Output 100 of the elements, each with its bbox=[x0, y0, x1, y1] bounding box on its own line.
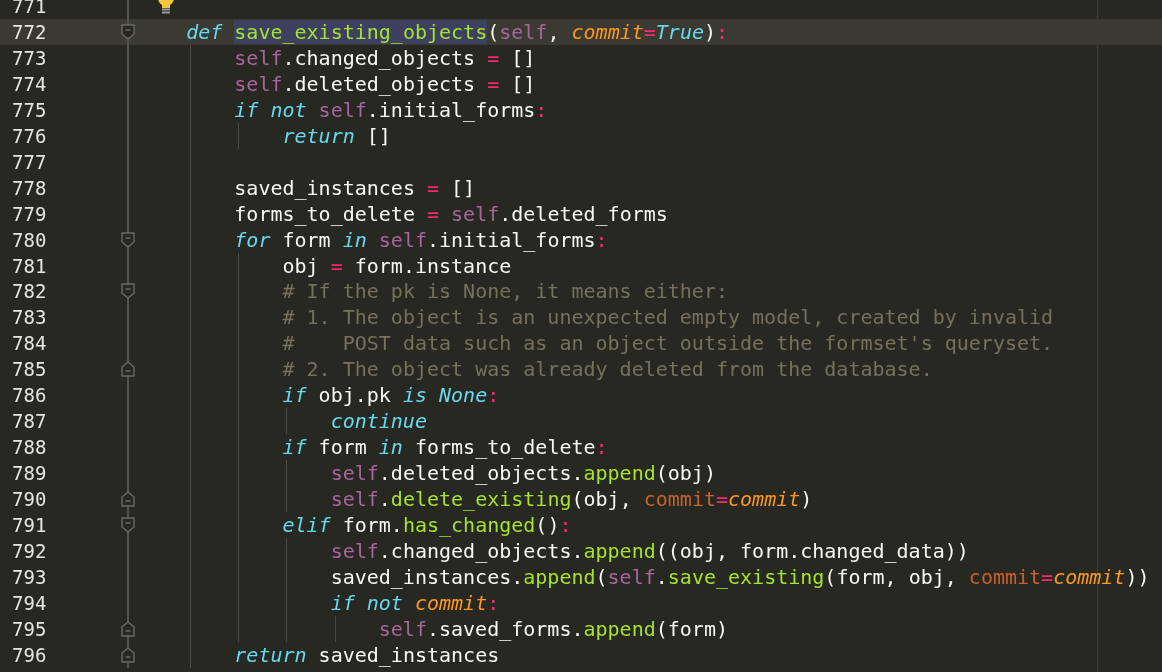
code-comment: # POST data such as an object outside the formset's queryset. bbox=[282, 331, 1054, 356]
keyword: if bbox=[282, 383, 307, 408]
keyword: if not bbox=[234, 97, 308, 122]
self-keyword: self bbox=[378, 616, 427, 641]
code-text: ) bbox=[704, 19, 717, 44]
code-text: (obj, bbox=[571, 487, 633, 512]
fold-marker-icon[interactable] bbox=[121, 646, 135, 663]
line-number: 772 bbox=[12, 20, 47, 43]
keyword: for bbox=[234, 227, 271, 252]
parameter-name: commit bbox=[728, 487, 801, 512]
line-number: 782 bbox=[12, 280, 47, 303]
code-text: .deleted_objects bbox=[282, 71, 477, 96]
self-keyword: self bbox=[378, 227, 427, 252]
operator: = bbox=[487, 71, 500, 96]
line-number: 775 bbox=[12, 98, 47, 121]
keyword: return bbox=[282, 123, 355, 148]
code-text: (obj) bbox=[655, 461, 716, 486]
keyword-argument: commit bbox=[968, 564, 1042, 589]
fold-marker-icon[interactable] bbox=[121, 283, 135, 300]
code-comment: # 1. The object is an unexpected empty model, created by invalid bbox=[282, 305, 1054, 330]
line-number: 771 bbox=[12, 0, 47, 17]
operator: = bbox=[643, 19, 656, 44]
keyword-argument: commit bbox=[643, 487, 716, 512]
line-number: 796 bbox=[12, 643, 47, 666]
keyword: in bbox=[342, 227, 368, 252]
fold-marker-icon[interactable] bbox=[121, 231, 135, 248]
code-text: .initial_forms bbox=[366, 97, 536, 122]
code-text: ( bbox=[595, 564, 608, 589]
keyword: return bbox=[234, 642, 307, 667]
code-text: form bbox=[317, 435, 368, 460]
operator: : bbox=[716, 19, 729, 44]
self-keyword: self bbox=[234, 71, 283, 96]
line-number: 780 bbox=[12, 228, 47, 251]
line-number: 784 bbox=[12, 332, 47, 355]
constant: None bbox=[439, 383, 488, 408]
self-keyword: self bbox=[330, 539, 379, 563]
parameter-name: commit bbox=[414, 590, 488, 615]
self-keyword: self bbox=[234, 45, 283, 70]
code-text: [] bbox=[450, 175, 476, 200]
code-text: . bbox=[655, 564, 668, 589]
method-name: append bbox=[583, 616, 656, 641]
line-number: 773 bbox=[12, 46, 47, 69]
parameter-name: commit bbox=[571, 19, 644, 44]
function-name: save_existing_objects bbox=[234, 19, 488, 44]
code-text: form.instance bbox=[353, 253, 512, 278]
code-comment: # If the pk is None, it means either: bbox=[282, 279, 728, 304]
parameter-name: commit bbox=[1053, 564, 1126, 589]
code-text: [] bbox=[365, 123, 391, 148]
line-number: 776 bbox=[12, 124, 47, 147]
code-text: [] bbox=[510, 45, 536, 70]
line-number: 774 bbox=[12, 72, 47, 95]
operator: : bbox=[595, 435, 608, 460]
code-text: . bbox=[378, 487, 391, 512]
operator: : bbox=[595, 227, 608, 252]
keyword: elif bbox=[282, 513, 331, 538]
method-name: append bbox=[583, 539, 656, 563]
line-number: 793 bbox=[12, 565, 47, 588]
code-text: , bbox=[547, 19, 561, 44]
code-comment: # 2. The object was already deleted from the database. bbox=[282, 357, 933, 382]
code-text: (form) bbox=[655, 616, 728, 641]
keyword: in bbox=[378, 435, 403, 460]
code-text: saved_instances bbox=[317, 642, 500, 667]
self-keyword: self bbox=[607, 564, 656, 589]
method-name: append bbox=[523, 564, 596, 589]
operator: : bbox=[487, 383, 500, 408]
line-number: 786 bbox=[12, 384, 47, 407]
fold-marker-icon[interactable] bbox=[121, 620, 135, 637]
operator: = bbox=[330, 253, 343, 278]
fold-marker-icon[interactable] bbox=[121, 361, 135, 378]
line-number: 792 bbox=[12, 540, 47, 562]
self-keyword: self bbox=[499, 19, 548, 44]
line-number: 785 bbox=[12, 358, 47, 381]
keyword: def bbox=[186, 19, 224, 44]
code-text: )) bbox=[1125, 564, 1150, 589]
code-text: obj.pk bbox=[317, 383, 392, 408]
fold-marker-icon[interactable] bbox=[121, 491, 135, 508]
line-number: 781 bbox=[12, 254, 47, 277]
line-number: 787 bbox=[12, 410, 47, 433]
self-keyword: self bbox=[330, 487, 379, 512]
operator: : bbox=[535, 97, 548, 122]
self-keyword: self bbox=[330, 461, 379, 486]
operator: = bbox=[1041, 564, 1054, 589]
code-text: forms_to_delete bbox=[413, 435, 596, 460]
line-number: 789 bbox=[12, 462, 47, 485]
code-text: .changed_objects bbox=[282, 45, 477, 70]
keyword: is bbox=[402, 383, 428, 408]
code-text: ((obj, form.changed_data)) bbox=[655, 539, 969, 563]
code-text: .changed_objects. bbox=[378, 539, 584, 563]
code-text: obj bbox=[282, 253, 320, 278]
code-text: saved_instances bbox=[234, 175, 416, 200]
fold-marker-icon[interactable] bbox=[121, 517, 135, 534]
operator: = bbox=[426, 175, 439, 200]
operator: : bbox=[559, 513, 572, 538]
line-number: 779 bbox=[12, 202, 47, 225]
code-text: form. bbox=[341, 513, 403, 538]
code-text: .deleted_forms bbox=[499, 201, 668, 226]
keyword: if not bbox=[330, 590, 404, 615]
keyword: if bbox=[282, 435, 307, 460]
constant: True bbox=[655, 19, 704, 44]
fold-marker-icon[interactable] bbox=[121, 23, 135, 40]
